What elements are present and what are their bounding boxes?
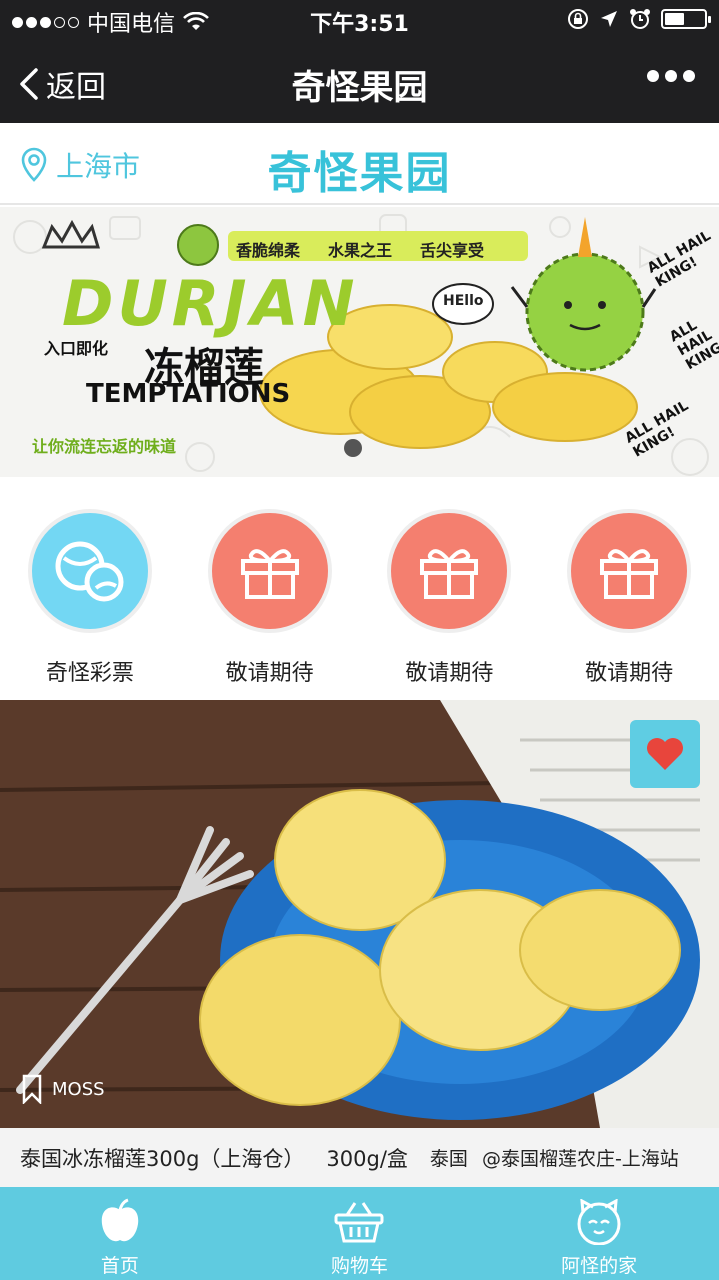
entry-label: 奇怪彩票 bbox=[45, 661, 134, 686]
brand-logo: 奇怪果园 bbox=[267, 148, 452, 199]
status-bar: 中国电信 下午3:51 bbox=[0, 0, 719, 40]
gift-icon bbox=[567, 509, 692, 633]
more-dots-icon bbox=[647, 70, 659, 82]
banner-slogans: 香脆绵柔 水果之王 舌尖享受 bbox=[236, 237, 484, 261]
tab-label: 购物车 bbox=[330, 1255, 388, 1277]
crown-icon bbox=[41, 219, 101, 249]
tab-label: 阿怪的家 bbox=[561, 1255, 638, 1277]
product-tag: MOSS bbox=[22, 1074, 105, 1104]
entry-label: 敬请期待 bbox=[585, 661, 674, 686]
banner-temptations: TEMPTATIONS bbox=[86, 379, 291, 409]
heart-icon bbox=[647, 738, 683, 770]
bottom-tab-bar: 首页 购物车 阿怪的家 bbox=[0, 1187, 719, 1280]
banner-slogan: 香脆绵柔 bbox=[236, 241, 301, 260]
product-info: 泰国冰冻榴莲300g（上海仓） 300g/盒 泰国 @泰国榴莲农庄-上海站 bbox=[0, 1128, 719, 1187]
entry-coming-soon[interactable]: 敬请期待 bbox=[190, 509, 350, 699]
product-photo bbox=[0, 700, 719, 1128]
battery-level bbox=[665, 13, 684, 25]
product-store: @泰国榴莲农庄-上海站 bbox=[481, 1148, 679, 1170]
bookmark-icon bbox=[22, 1074, 42, 1104]
banner-melt-text: 入口即化 bbox=[44, 339, 109, 358]
lottery-ball-icon bbox=[27, 509, 152, 633]
durian-character-illustration bbox=[510, 217, 657, 372]
entry-lottery[interactable]: 奇怪彩票 bbox=[10, 509, 170, 699]
battery-icon bbox=[661, 9, 711, 29]
basket-icon bbox=[334, 1202, 384, 1243]
tab-label: 首页 bbox=[100, 1255, 139, 1277]
product-name: 泰国冰冻榴莲300g（上海仓） bbox=[20, 1146, 305, 1171]
nav-bar: 返回 奇怪果园 bbox=[0, 40, 719, 123]
tab-home[interactable]: 首页 bbox=[20, 1187, 220, 1280]
more-button[interactable] bbox=[647, 70, 695, 82]
product-origin: 泰国 bbox=[429, 1148, 468, 1170]
banner-headline: DURJAN bbox=[62, 267, 359, 340]
product-card[interactable]: MOSS 泰国冰冻榴莲300g（上海仓） 300g/盒 泰国 @泰国榴莲农庄-上… bbox=[0, 700, 719, 1187]
location-arrow-icon bbox=[601, 11, 617, 27]
entry-label: 敬请期待 bbox=[225, 661, 314, 686]
gift-icon bbox=[387, 509, 512, 633]
brand-header: 上海市 奇怪果园 bbox=[0, 123, 719, 205]
promo-banner[interactable]: 香脆绵柔 水果之王 舌尖享受 DURJAN 入口即化 冻榴莲 TEMPTATIO… bbox=[0, 207, 719, 477]
page-title: 奇怪果园 bbox=[291, 68, 428, 108]
apple-icon bbox=[101, 1198, 139, 1242]
banner-subtitle: 让你流连忘返的味道 bbox=[32, 437, 177, 456]
tab-profile[interactable]: 阿怪的家 bbox=[499, 1187, 699, 1280]
entry-coming-soon[interactable]: 敬请期待 bbox=[369, 509, 529, 699]
rotation-lock-icon bbox=[568, 9, 588, 29]
banner-hello: HEllo bbox=[443, 293, 484, 309]
favorite-button[interactable] bbox=[630, 720, 700, 788]
tab-cart[interactable]: 购物车 bbox=[259, 1187, 459, 1280]
banner-slogan: 水果之王 bbox=[328, 241, 393, 260]
entry-coming-soon[interactable]: 敬请期待 bbox=[549, 509, 709, 699]
product-spec: 300g/盒 bbox=[326, 1146, 408, 1171]
status-right bbox=[567, 8, 711, 30]
entry-label: 敬请期待 bbox=[405, 661, 494, 686]
gift-icon bbox=[207, 509, 332, 633]
cat-face-icon bbox=[577, 1199, 621, 1245]
carousel-indicator-dot[interactable] bbox=[344, 439, 362, 457]
product-tag-label: MOSS bbox=[52, 1078, 105, 1100]
banner-slogan: 舌尖享受 bbox=[420, 241, 485, 260]
alarm-icon bbox=[630, 9, 650, 29]
quick-entry-grid: 奇怪彩票 敬请期待 敬请期待 敬请期待 bbox=[0, 477, 719, 699]
